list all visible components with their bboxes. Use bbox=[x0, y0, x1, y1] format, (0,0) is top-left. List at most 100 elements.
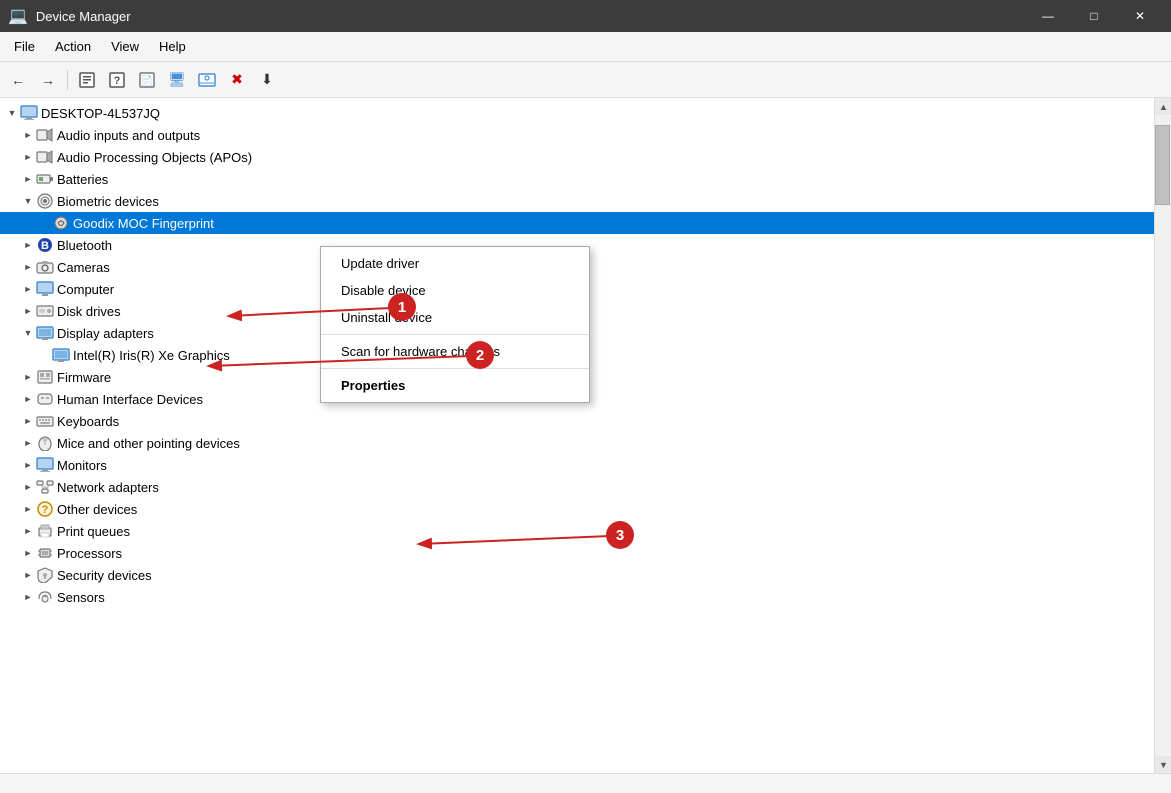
ctx-properties[interactable]: Properties bbox=[321, 372, 589, 399]
icon-monitors bbox=[36, 456, 54, 474]
svg-text:?: ? bbox=[42, 504, 49, 516]
root-label: DESKTOP-4L537JQ bbox=[41, 106, 160, 121]
tree-root[interactable]: ▼ DESKTOP-4L537JQ bbox=[0, 102, 1154, 124]
expander-keyboards[interactable]: ► bbox=[20, 413, 36, 429]
expander-network[interactable]: ► bbox=[20, 479, 36, 495]
label-cameras: Cameras bbox=[57, 260, 110, 275]
tree-item-security[interactable]: ► Security devices bbox=[0, 564, 1154, 586]
ctx-sep-after-scan-hardware bbox=[321, 368, 589, 369]
ctx-disable-device[interactable]: Disable device bbox=[321, 277, 589, 304]
titlebar-controls: — □ ✕ bbox=[1025, 0, 1163, 32]
back-button[interactable]: ← bbox=[4, 66, 32, 94]
expander-audio-apo[interactable]: ► bbox=[20, 149, 36, 165]
expander-display-adapters[interactable]: ▼ bbox=[20, 325, 36, 341]
properties-button[interactable] bbox=[73, 66, 101, 94]
tree-item-keyboards[interactable]: ►Keyboards bbox=[0, 410, 1154, 432]
maximize-button[interactable]: □ bbox=[1071, 0, 1117, 32]
forward-button[interactable]: → bbox=[34, 66, 62, 94]
scrollbar[interactable]: ▲ ▼ bbox=[1154, 98, 1171, 773]
ctx-scan-hardware[interactable]: Scan for hardware changes bbox=[321, 338, 589, 365]
menu-action[interactable]: Action bbox=[45, 35, 101, 58]
label-display-adapters: Display adapters bbox=[57, 326, 154, 341]
menu-help[interactable]: Help bbox=[149, 35, 196, 58]
tree-item-audio-io[interactable]: ►Audio inputs and outputs bbox=[0, 124, 1154, 146]
app-icon: 💻 bbox=[8, 6, 28, 26]
expander-bluetooth[interactable]: ► bbox=[20, 237, 36, 253]
label-firmware: Firmware bbox=[57, 370, 111, 385]
tree-item-processors[interactable]: ► Processors bbox=[0, 542, 1154, 564]
icon-security bbox=[36, 566, 54, 584]
update-driver-button[interactable]: 📄 bbox=[133, 66, 161, 94]
remove-button[interactable]: ✖ bbox=[223, 66, 251, 94]
tree-item-fingerprint[interactable]: Goodix MOC Fingerprint bbox=[0, 212, 1154, 234]
expander-security[interactable]: ► bbox=[20, 567, 36, 583]
main-area: ▼ DESKTOP-4L537JQ ►Audio inputs and outp… bbox=[0, 98, 1171, 773]
expander-audio-io[interactable]: ► bbox=[20, 127, 36, 143]
scroll-thumb[interactable] bbox=[1155, 125, 1170, 205]
tree-item-monitors[interactable]: ►Monitors bbox=[0, 454, 1154, 476]
tree-item-audio-apo[interactable]: ►Audio Processing Objects (APOs) bbox=[0, 146, 1154, 168]
icon-sensors bbox=[36, 588, 54, 606]
label-mice: Mice and other pointing devices bbox=[57, 436, 240, 451]
expander-firmware[interactable]: ► bbox=[20, 369, 36, 385]
icon-keyboards bbox=[36, 412, 54, 430]
computer-icon bbox=[20, 104, 38, 122]
label-fingerprint: Goodix MOC Fingerprint bbox=[73, 216, 214, 231]
root-expander[interactable]: ▼ bbox=[4, 105, 20, 121]
expander-monitors[interactable]: ► bbox=[20, 457, 36, 473]
help-driver-button[interactable]: ? bbox=[103, 66, 131, 94]
icon-processors bbox=[36, 544, 54, 562]
icon-cameras bbox=[36, 258, 54, 276]
expander-sensors[interactable]: ► bbox=[20, 589, 36, 605]
scroll-track[interactable] bbox=[1155, 115, 1171, 756]
icon-firmware bbox=[36, 368, 54, 386]
menu-view[interactable]: View bbox=[101, 35, 149, 58]
scroll-down[interactable]: ▼ bbox=[1155, 756, 1171, 773]
menu-file[interactable]: File bbox=[4, 35, 45, 58]
label-processors: Processors bbox=[57, 546, 122, 561]
expander-other[interactable]: ► bbox=[20, 501, 36, 517]
tree-item-other[interactable]: ►?Other devices bbox=[0, 498, 1154, 520]
icon-audio-io bbox=[36, 126, 54, 144]
icon-other: ? bbox=[36, 500, 54, 518]
tree-item-print-queues[interactable]: ► Print queues bbox=[0, 520, 1154, 542]
display-button[interactable]: 🖥 bbox=[163, 66, 191, 94]
scroll-up[interactable]: ▲ bbox=[1155, 98, 1171, 115]
expander-cameras[interactable]: ► bbox=[20, 259, 36, 275]
label-batteries: Batteries bbox=[57, 172, 108, 187]
device-tree[interactable]: ▼ DESKTOP-4L537JQ ►Audio inputs and outp… bbox=[0, 98, 1154, 773]
annotation-2: 2 bbox=[466, 341, 494, 369]
ctx-uninstall-device[interactable]: Uninstall device bbox=[321, 304, 589, 331]
menubar: File Action View Help bbox=[0, 32, 1171, 62]
expander-batteries[interactable]: ► bbox=[20, 171, 36, 187]
minimize-button[interactable]: — bbox=[1025, 0, 1071, 32]
expander-mice[interactable]: ► bbox=[20, 435, 36, 451]
download-button[interactable]: ⬇ bbox=[253, 66, 281, 94]
icon-hid bbox=[36, 390, 54, 408]
tree-item-mice[interactable]: ► Mice and other pointing devices bbox=[0, 432, 1154, 454]
expander-intel-graphics[interactable] bbox=[36, 347, 52, 363]
expander-computer[interactable]: ► bbox=[20, 281, 36, 297]
scan-button[interactable] bbox=[193, 66, 221, 94]
close-button[interactable]: ✕ bbox=[1117, 0, 1163, 32]
ctx-sep-after-uninstall-device bbox=[321, 334, 589, 335]
icon-mice bbox=[36, 434, 54, 452]
expander-print-queues[interactable]: ► bbox=[20, 523, 36, 539]
expander-processors[interactable]: ► bbox=[20, 545, 36, 561]
expander-disk-drives[interactable]: ► bbox=[20, 303, 36, 319]
icon-print-queues bbox=[36, 522, 54, 540]
ctx-update-driver[interactable]: Update driver bbox=[321, 250, 589, 277]
expander-biometric[interactable]: ▼ bbox=[20, 193, 36, 209]
expander-hid[interactable]: ► bbox=[20, 391, 36, 407]
label-sensors: Sensors bbox=[57, 590, 105, 605]
tree-item-network[interactable]: ► Network adapters bbox=[0, 476, 1154, 498]
label-print-queues: Print queues bbox=[57, 524, 130, 539]
tree-item-batteries[interactable]: ► Batteries bbox=[0, 168, 1154, 190]
tree-item-biometric[interactable]: ▼Biometric devices bbox=[0, 190, 1154, 212]
label-security: Security devices bbox=[57, 568, 152, 583]
titlebar-left: 💻 Device Manager bbox=[8, 6, 131, 26]
expander-fingerprint[interactable] bbox=[36, 215, 52, 231]
tree-item-sensors[interactable]: ► Sensors bbox=[0, 586, 1154, 608]
label-network: Network adapters bbox=[57, 480, 159, 495]
titlebar: 💻 Device Manager — □ ✕ bbox=[0, 0, 1171, 32]
